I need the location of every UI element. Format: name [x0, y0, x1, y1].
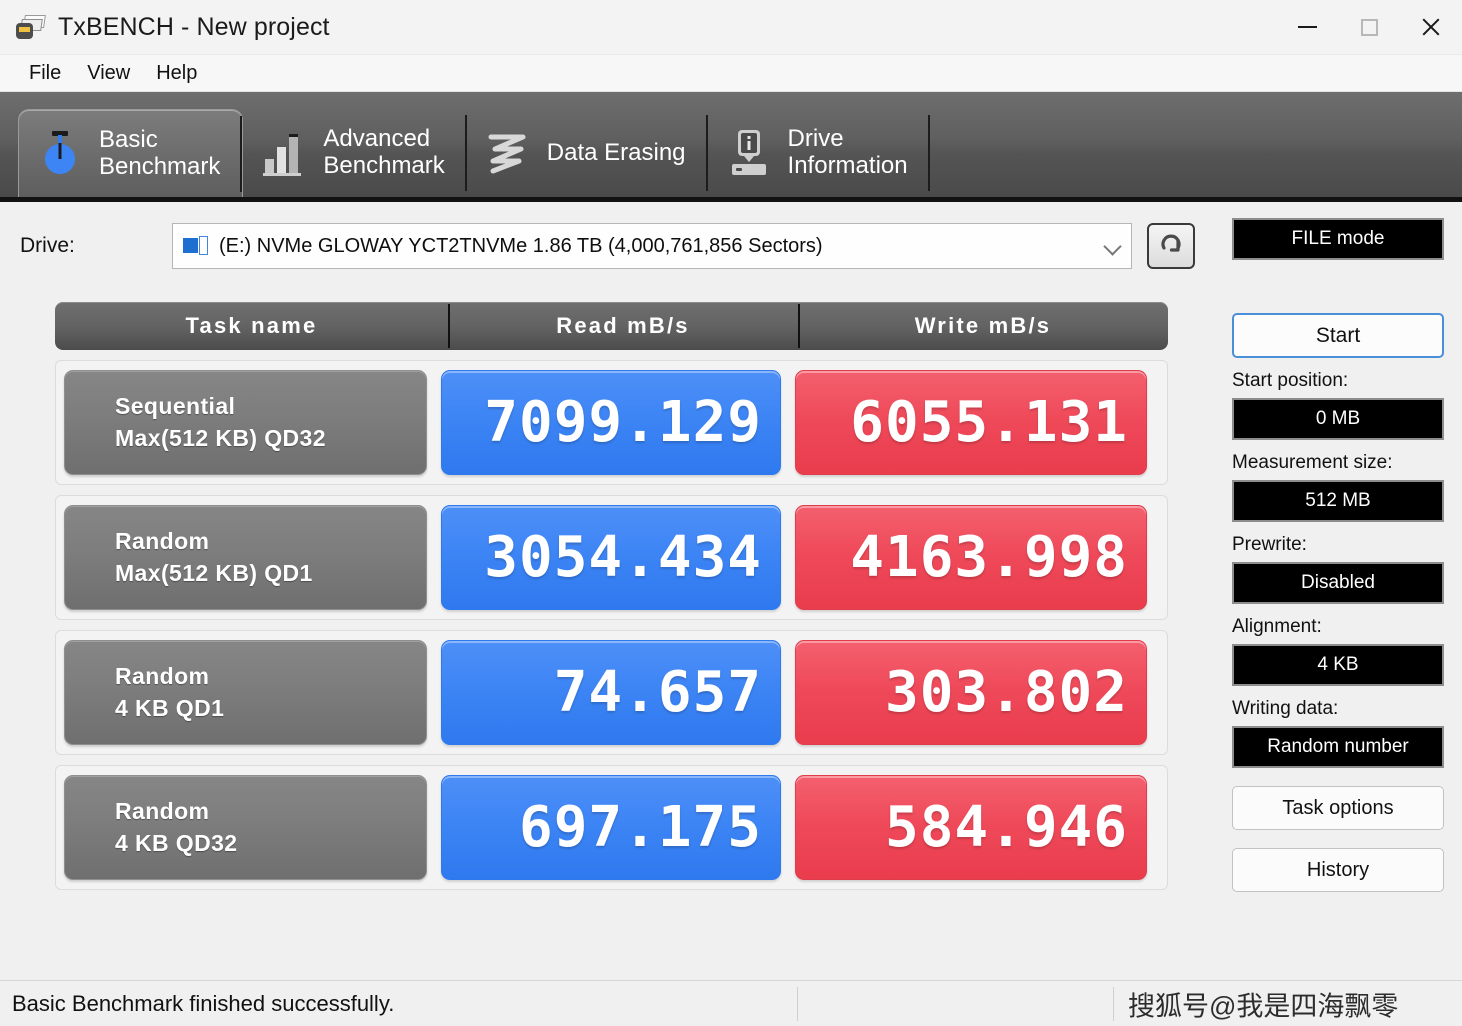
stopwatch-icon: [33, 126, 87, 182]
drive-selected-value: (E:) NVMe GLOWAY YCT2TNVMe 1.86 TB (4,00…: [219, 234, 823, 257]
writing-data-value[interactable]: Random number: [1232, 726, 1444, 768]
main-content: Drive: (E:) NVMe GLOWAY YCT2TNVMe 1.86 T…: [0, 202, 1462, 980]
window-controls: [1276, 0, 1462, 55]
task-button[interactable]: Random 4 KB QD32: [64, 775, 427, 880]
tab-label-basic-benchmark: Basic Benchmark: [99, 125, 221, 180]
write-value: 303.802: [795, 640, 1147, 745]
tab-bar: Basic Benchmark Advanced Benchmark Data …: [0, 92, 1462, 202]
status-divider: [1113, 987, 1114, 1021]
menu-item-view[interactable]: View: [74, 60, 143, 87]
alignment-label: Alignment:: [1232, 616, 1322, 637]
maximize-button[interactable]: [1338, 0, 1400, 55]
table-row: Sequential Max(512 KB) QD32 7099.129 605…: [55, 360, 1168, 485]
tab-label-drive-information: Drive Information: [787, 125, 908, 179]
read-value: 697.175: [441, 775, 781, 880]
task-name-line1: Random: [115, 798, 210, 825]
drive-icon: [183, 235, 209, 257]
task-name-line1: Random: [115, 663, 210, 690]
column-header-task-name: Task name: [185, 313, 318, 338]
menu-item-file[interactable]: File: [16, 60, 74, 87]
task-name-line2: 4 KB QD1: [115, 694, 225, 721]
tab-data-erasing[interactable]: Data Erasing: [467, 109, 708, 197]
tab-label-data-erasing: Data Erasing: [546, 138, 686, 166]
tab-basic-benchmark[interactable]: Basic Benchmark: [18, 109, 244, 197]
task-name-line2: Max(512 KB) QD32: [115, 424, 326, 451]
task-options-button[interactable]: Task options: [1232, 786, 1444, 830]
table-row: Random Max(512 KB) QD1 3054.434 4163.998: [55, 495, 1168, 620]
history-button[interactable]: History: [1232, 848, 1444, 892]
column-header-write: Write mB/s: [798, 302, 1168, 350]
column-header-read: Read mB/s: [448, 302, 798, 350]
task-name-line1: Random: [115, 528, 210, 555]
alignment-value[interactable]: 4 KB: [1232, 644, 1444, 686]
maximize-icon: [1360, 18, 1378, 36]
settings-sidebar: FILE mode Start Start position: 0 MB Mea…: [1232, 218, 1444, 892]
read-value: 7099.129: [441, 370, 781, 475]
task-name-line1: Sequential: [115, 393, 236, 420]
measurement-size-label: Measurement size:: [1232, 452, 1393, 473]
zigzag-shred-icon: [481, 125, 535, 181]
write-value: 6055.131: [795, 370, 1147, 475]
start-position-label: Start position:: [1232, 370, 1349, 391]
app-icon: [16, 14, 46, 40]
table-row: Random 4 KB QD32 697.175 584.946: [55, 765, 1168, 890]
table-row: Random 4 KB QD1 74.657 303.802: [55, 630, 1168, 755]
drive-select[interactable]: (E:) NVMe GLOWAY YCT2TNVMe 1.86 TB (4,00…: [172, 223, 1132, 269]
prewrite-value[interactable]: Disabled: [1232, 562, 1444, 604]
tab-label-advanced-benchmark: Advanced Benchmark: [323, 125, 445, 179]
tab-drive-information[interactable]: Drive Information: [708, 109, 930, 197]
tab-advanced-benchmark[interactable]: Advanced Benchmark: [243, 109, 467, 197]
window-title: TxBENCH - New project: [58, 12, 330, 41]
refresh-icon: [1161, 234, 1181, 252]
status-message: Basic Benchmark finished successfully.: [12, 990, 395, 1016]
task-name-line2: Max(512 KB) QD1: [115, 559, 313, 586]
writing-data-label: Writing data:: [1232, 698, 1339, 719]
task-button[interactable]: Random Max(512 KB) QD1: [64, 505, 427, 610]
close-icon: [1420, 16, 1442, 38]
refresh-button[interactable]: [1147, 223, 1195, 269]
tab-divider: [927, 115, 930, 191]
title-bar: TxBENCH - New project: [0, 0, 1462, 55]
task-button[interactable]: Sequential Max(512 KB) QD32: [64, 370, 427, 475]
drive-label: Drive:: [20, 234, 75, 257]
table-header-row: Task name Read mB/s Write mB/s: [55, 302, 1168, 350]
menu-item-help[interactable]: Help: [143, 60, 210, 87]
task-button[interactable]: Random 4 KB QD1: [64, 640, 427, 745]
task-name-line2: 4 KB QD32: [115, 829, 238, 856]
drive-info-icon: [722, 125, 776, 181]
txbench-window: TxBENCH - New project File View Help Bas…: [0, 0, 1462, 1026]
chevron-down-icon: [1103, 235, 1125, 257]
read-value: 74.657: [441, 640, 781, 745]
results-table: Task name Read mB/s Write mB/s Sequentia…: [55, 302, 1168, 890]
bar-chart-icon: [257, 125, 311, 181]
menu-bar: File View Help: [0, 55, 1462, 92]
start-button[interactable]: Start: [1232, 313, 1444, 358]
start-position-value[interactable]: 0 MB: [1232, 398, 1444, 440]
watermark: 搜狐号@我是四海飘零: [1128, 991, 1399, 1021]
status-divider: [797, 987, 798, 1021]
prewrite-label: Prewrite:: [1232, 534, 1307, 555]
close-button[interactable]: [1400, 0, 1462, 55]
write-value: 4163.998: [795, 505, 1147, 610]
minimize-button[interactable]: [1276, 0, 1338, 55]
tab-divider: [240, 116, 243, 192]
status-bar: Basic Benchmark finished successfully. 搜…: [0, 980, 1462, 1026]
read-value: 3054.434: [441, 505, 781, 610]
write-value: 584.946: [795, 775, 1147, 880]
measurement-size-value[interactable]: 512 MB: [1232, 480, 1444, 522]
minimize-icon: [1297, 26, 1317, 28]
file-mode-button[interactable]: FILE mode: [1232, 218, 1444, 260]
